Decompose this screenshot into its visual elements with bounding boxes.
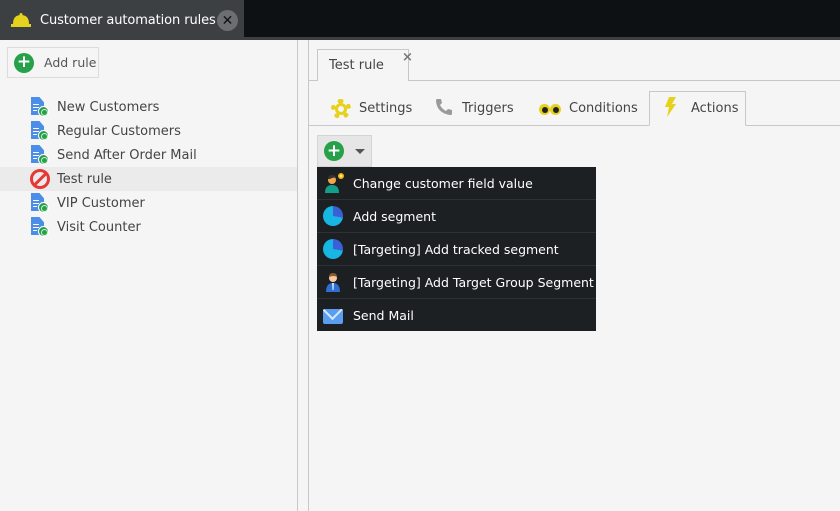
user-edit-icon [323,173,344,193]
pie-chart-icon [323,239,343,259]
window-tab-title: Customer automation rules [40,12,216,28]
tab-settings[interactable]: Settings [331,91,412,126]
menu-item-change-customer-field-value[interactable]: Change customer field value [317,167,596,200]
pie-chart-icon [323,206,343,226]
rule-item-test-rule[interactable]: Test rule [0,167,297,191]
rule-item-label: Test rule [57,171,112,187]
add-icon: + [14,52,34,73]
bell-icon [11,13,31,27]
tab-label: Conditions [569,101,638,116]
lightning-icon [664,96,678,121]
menu-item-label: Change customer field value [353,175,533,191]
add-rule-button[interactable]: + Add rule [7,47,99,78]
rule-document-icon [29,144,51,166]
rule-document-icon [29,96,51,118]
rule-document-icon [29,120,51,142]
chevron-down-icon [355,148,365,154]
doc-tab-gap [318,80,408,81]
window-tab[interactable]: Customer automation rules ✕ [0,0,244,40]
rules-panel: + Add rule New Customers Regular Custome… [0,40,298,511]
tabs-baseline [746,125,840,126]
rule-item-visit-counter[interactable]: Visit Counter [0,215,297,239]
tab-triggers[interactable]: Triggers [434,91,514,126]
doc-tab-test-rule[interactable]: Test rule × [317,49,413,80]
tab-label: Actions [691,101,739,116]
menu-item-label: [Targeting] Add tracked segment [353,241,559,257]
menu-item-send-mail[interactable]: Send Mail [317,299,596,332]
menu-item-label: Add segment [353,208,437,224]
mail-icon [323,306,343,326]
tab-label: Triggers [462,101,514,116]
rule-document-icon [29,216,51,238]
add-rule-label: Add rule [44,55,97,70]
rule-item-label: VIP Customer [57,195,145,211]
add-icon: + [324,141,344,161]
rule-item-new-customers[interactable]: New Customers [0,95,297,119]
close-icon[interactable]: ✕ [217,10,238,31]
binoculars-icon [539,102,561,116]
rule-document-icon [29,192,51,214]
rule-item-label: New Customers [57,99,160,115]
rule-item-vip-customer[interactable]: VIP Customer [0,191,297,215]
doc-tab-label: Test rule [329,58,384,73]
menu-item-label: Send Mail [353,308,414,323]
gear-icon [331,98,351,119]
add-action-dropdown-button[interactable]: + [317,135,372,167]
rule-item-label: Visit Counter [57,219,141,235]
phone-icon [434,97,454,121]
editor-tabs: Settings Triggers Conditions Actions [309,91,840,126]
menu-item-label: [Targeting] Add Target Group Segment [353,274,594,290]
close-icon[interactable]: × [402,50,413,65]
menu-item-add-target-group-segment[interactable]: [Targeting] Add Target Group Segment [317,266,596,299]
tab-conditions[interactable]: Conditions [539,91,638,126]
menu-item-add-segment[interactable]: Add segment [317,200,596,233]
rule-item-send-after-order-mail[interactable]: Send After Order Mail [0,143,297,167]
rule-editor: Test rule × Settings Triggers Conditions… [309,40,840,511]
rules-tree: New Customers Regular Customers Send Aft… [0,95,297,239]
tab-actions[interactable]: Actions [649,91,746,126]
rule-item-regular-customers[interactable]: Regular Customers [0,119,297,143]
business-user-icon [323,272,343,292]
menu-item-add-tracked-segment[interactable]: [Targeting] Add tracked segment [317,233,596,266]
tabs-baseline [309,125,649,126]
action-menu: Change customer field value Add segment … [317,167,596,331]
rule-item-label: Regular Customers [57,123,181,139]
rule-item-label: Send After Order Mail [57,147,197,163]
tab-label: Settings [359,101,413,116]
disabled-icon [29,168,51,190]
